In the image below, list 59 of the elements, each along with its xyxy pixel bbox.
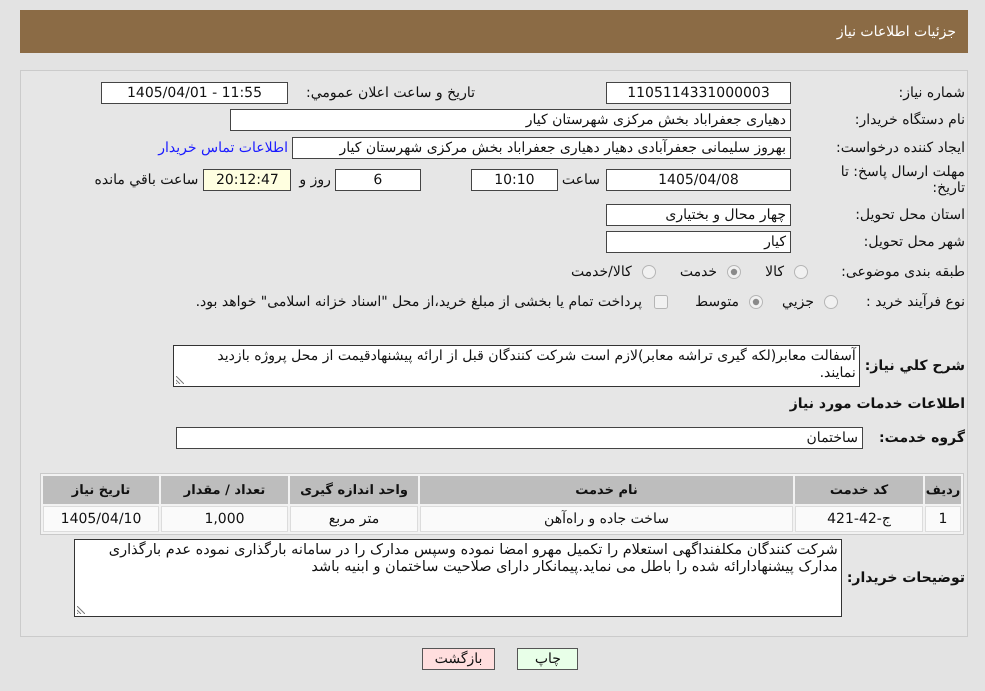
remaining-label: ساعت باقي مانده [94, 172, 198, 188]
requester-field[interactable]: بهروز سلیمانی جعفرآبادی دهیار دهیاری جعفراباد بخش مرکزی شهرستان کیار [292, 137, 791, 159]
treasury-payment-text: پرداخت تمام یا بخشی از مبلغ خرید،از محل "اسناد خزانه اسلامی" خواهد بود. [196, 294, 642, 310]
page-title: جزئیات اطلاعات نیاز [836, 24, 956, 40]
field-label: تاریخ و ساعت اعلان عمومي: [305, 85, 475, 101]
table-header-cell: واحد اندازه گیری [290, 476, 418, 504]
radio-button[interactable] [749, 295, 764, 309]
deadline-time-field[interactable]: 10:10 [470, 169, 558, 191]
field-label: شرح كلي نياز: [864, 358, 965, 374]
description-textarea[interactable]: آسفالت معابر(لکه گیری تراشه معابر)لازم است شرکت کنندگان قبل از ارائه پیشنهادقیمت از محل پروژه بازدید نمایند. [172, 345, 860, 387]
province-field[interactable]: چهار محال و بختیاری [606, 204, 791, 226]
radio-button[interactable] [642, 265, 656, 279]
buyer-org-field[interactable]: دهیاری جعفراباد بخش مرکزی شهرستان کیار [230, 109, 791, 131]
field-label: گروه خدمت: [879, 430, 965, 446]
table-cell: 1405/04/10 [43, 506, 159, 532]
back-button[interactable]: بازگشت [422, 648, 496, 670]
field-label: طبقه بندی موضوعی: [840, 264, 965, 280]
contact-link[interactable]: اطلاعات تماس خریدار [158, 140, 288, 156]
field-label: استان محل تحویل: [854, 207, 965, 223]
table-cell: ساخت جاده و راه‌آهن [420, 506, 793, 532]
radio-button[interactable] [824, 295, 838, 309]
table-header-cell: تاریخ نیاز [43, 476, 159, 504]
table-cell: 1,000 [161, 506, 288, 532]
field-label: نوع فرآیند خرید : [865, 294, 965, 310]
field-label: شماره نیاز: [898, 85, 965, 101]
announcement-date-field[interactable]: 1405/04/01 - 11:55 [101, 82, 288, 104]
table-header-cell: ردیف [925, 476, 961, 504]
resize-grip-icon[interactable] [176, 376, 184, 384]
section-heading: اطلاعات خدمات مورد نیاز [790, 396, 965, 412]
radio-label: جزيي [782, 294, 814, 310]
radio-button[interactable] [794, 265, 808, 279]
buyer-notes-textarea[interactable]: شرکت کنندگان مکلفنداگهی استعلام را تکمیل مهرو امضا نموده وسپس مدارک را در سامانه بارگذاری نموده عدم بارگذاری مدارک پیشنهادارائه شده را باطل می نماید.پیمانکار دارای صلاحیت ساختمان و ابنیه باشد [74, 539, 842, 617]
field-label: ایجاد کننده درخواست: [835, 140, 965, 156]
days-field[interactable]: 6 [334, 169, 421, 191]
radio-label: کالا/خدمت [570, 264, 632, 280]
print-button[interactable]: چاپ [517, 648, 578, 670]
radio-button[interactable] [727, 265, 742, 279]
table-header-cell: کد خدمت [795, 476, 923, 504]
table-cell: ج-42-421 [795, 506, 923, 532]
time-label: ساعت [562, 172, 600, 188]
checkbox[interactable] [654, 295, 668, 309]
field-label: نام دستگاه خریدار: [854, 112, 965, 128]
radio-label: متوسط [695, 294, 740, 310]
remaining-time-field: 20:12:47 [203, 169, 292, 191]
table-cell: 1 [925, 506, 961, 532]
table-cell: متر مربع [290, 506, 418, 532]
deadline-date-field[interactable]: 1405/04/08 [606, 169, 791, 191]
radio-label: کالا [765, 264, 784, 280]
days-label: روز و [299, 172, 331, 188]
field-label: توضیحات خریدار: [846, 570, 965, 586]
field-label: مهلت ارسال پاسخ: تا تاریخ: [840, 164, 965, 196]
table-header-cell: نام خدمت [420, 476, 793, 504]
service-group-field[interactable]: ساختمان [176, 427, 864, 449]
field-label: شهر محل تحویل: [862, 234, 965, 250]
resize-grip-icon[interactable] [76, 606, 85, 614]
table-header-cell: تعداد / مقدار [161, 476, 288, 504]
need-number-field[interactable]: 1105114331000003 [606, 82, 791, 104]
city-field[interactable]: کیار [606, 231, 791, 253]
radio-label: خدمت [680, 264, 718, 280]
